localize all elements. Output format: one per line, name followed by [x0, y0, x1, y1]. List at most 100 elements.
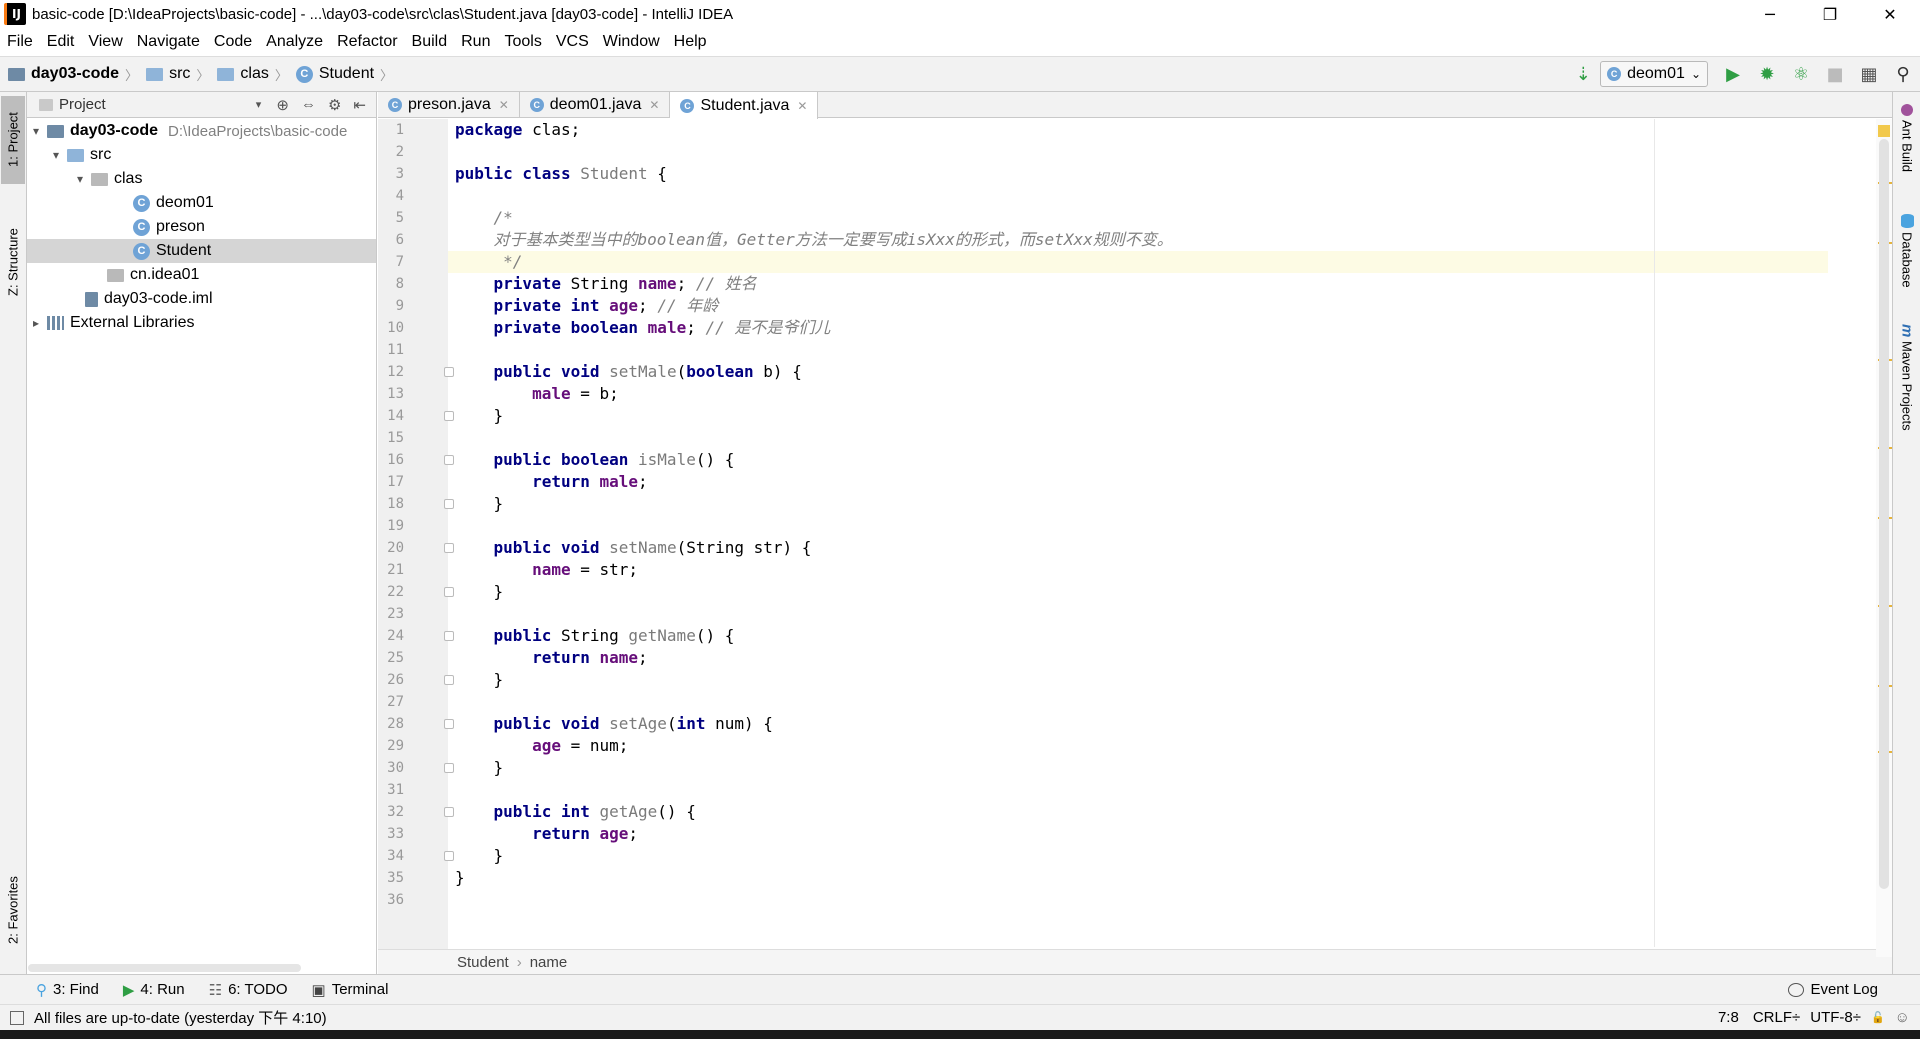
debug-icon[interactable]: ✹ — [1750, 57, 1784, 91]
tree-item-student[interactable]: C Student — [27, 239, 376, 263]
line-number[interactable]: 36 — [378, 889, 404, 911]
line-number[interactable]: 16 — [378, 449, 404, 471]
settings-gear-icon[interactable]: ⚙ — [328, 96, 341, 114]
database-tab[interactable]: Database — [1895, 214, 1919, 288]
nav-crumb-class[interactable]: C Student 〉 — [295, 65, 393, 84]
line-number[interactable]: 25 — [378, 647, 404, 669]
run-icon[interactable]: ▶ — [1716, 57, 1750, 91]
menu-code[interactable]: Code — [207, 33, 259, 51]
line-number[interactable]: 18 — [378, 493, 404, 515]
vcs-update-icon[interactable]: ⇣ — [1566, 57, 1600, 91]
line-number[interactable]: 1 — [378, 119, 404, 141]
coverage-icon[interactable]: ⚛ — [1784, 57, 1818, 91]
tab-student-java[interactable]: C Student.java ✕ — [670, 92, 819, 119]
line-number[interactable]: 9 — [378, 295, 404, 317]
tree-item-deom01[interactable]: C deom01 — [27, 191, 376, 215]
menu-navigate[interactable]: Navigate — [130, 33, 207, 51]
line-separator[interactable]: CRLF÷ — [1753, 1009, 1800, 1026]
menu-window[interactable]: Window — [596, 33, 667, 51]
tree-item-preson[interactable]: C preson — [27, 215, 376, 239]
line-number[interactable]: 26 — [378, 669, 404, 691]
tab-deom01-java[interactable]: C deom01.java ✕ — [520, 92, 671, 118]
nav-crumb-package[interactable]: clas 〉 — [217, 65, 288, 84]
menu-view[interactable]: View — [81, 33, 129, 51]
line-number[interactable]: 23 — [378, 603, 404, 625]
line-number[interactable]: 32 — [378, 801, 404, 823]
nav-crumb-module[interactable]: day03-code 〉 — [8, 65, 138, 84]
tree-item-src[interactable]: ▾ src — [27, 143, 376, 167]
structure-tool-tab[interactable]: Z: Structure — [1, 212, 25, 312]
menu-file[interactable]: File — [0, 33, 40, 51]
line-number[interactable]: 6 — [378, 229, 404, 251]
menu-analyze[interactable]: Analyze — [259, 33, 330, 51]
line-number[interactable]: 7 — [378, 251, 404, 273]
breadcrumb-class[interactable]: Student — [457, 954, 509, 971]
line-number[interactable]: 24 — [378, 625, 404, 647]
event-log-button[interactable]: Event Log — [1788, 981, 1878, 998]
line-number[interactable]: 2 — [378, 141, 404, 163]
caret-position[interactable]: 7:8 — [1718, 1009, 1739, 1026]
line-number[interactable]: 13 — [378, 383, 404, 405]
hector-icon[interactable]: ☺ — [1895, 1009, 1910, 1026]
project-horizontal-scrollbar[interactable] — [28, 964, 301, 972]
terminal-tool-button[interactable]: ▣ Terminal — [312, 981, 389, 999]
todo-tool-button[interactable]: ☷ 6: TODO — [209, 981, 288, 999]
status-toggle-icon[interactable] — [10, 1010, 24, 1025]
line-number[interactable]: 28 — [378, 713, 404, 735]
run-config-select[interactable]: C deom01 ⌄ — [1600, 61, 1708, 87]
menu-help[interactable]: Help — [667, 33, 714, 51]
line-number[interactable]: 3 — [378, 163, 404, 185]
line-number[interactable]: 35 — [378, 867, 404, 889]
maven-projects-tab[interactable]: m Maven Projects — [1895, 324, 1919, 431]
chevron-right-icon[interactable]: ▸ — [29, 316, 43, 330]
line-number[interactable]: 29 — [378, 735, 404, 757]
favorites-tool-tab[interactable]: 2: Favorites — [1, 862, 25, 958]
error-stripe[interactable] — [1876, 119, 1892, 957]
line-number[interactable]: 17 — [378, 471, 404, 493]
editor-vertical-scrollbar[interactable] — [1879, 139, 1889, 889]
tree-item-external-libraries[interactable]: ▸ External Libraries — [27, 311, 376, 335]
line-number[interactable]: 5 — [378, 207, 404, 229]
tab-preson-java[interactable]: C preson.java ✕ — [378, 92, 520, 118]
menu-run[interactable]: Run — [454, 33, 497, 51]
stop-icon[interactable]: ■ — [1818, 57, 1852, 91]
close-tab-icon[interactable]: ✕ — [649, 98, 659, 112]
restore-button[interactable]: ❐ — [1800, 0, 1860, 28]
project-tool-tab[interactable]: 1: Project — [1, 96, 25, 184]
tree-item-iml[interactable]: day03-code.iml — [27, 287, 376, 311]
menu-refactor[interactable]: Refactor — [330, 33, 404, 51]
hide-panel-icon[interactable]: ⇤ — [353, 96, 366, 114]
close-tab-icon[interactable]: ✕ — [499, 98, 509, 112]
line-number[interactable]: 33 — [378, 823, 404, 845]
search-everywhere-icon[interactable]: ⚲ — [1886, 57, 1920, 91]
line-number[interactable]: 19 — [378, 515, 404, 537]
line-number[interactable]: 10 — [378, 317, 404, 339]
line-number[interactable]: 11 — [378, 339, 404, 361]
ant-build-tab[interactable]: Ant Build — [1895, 104, 1919, 172]
nav-crumb-src[interactable]: src 〉 — [146, 65, 209, 84]
chevron-down-icon[interactable]: ▾ — [73, 172, 87, 186]
line-number[interactable]: 20 — [378, 537, 404, 559]
line-number[interactable]: 14 — [378, 405, 404, 427]
minimize-button[interactable]: ─ — [1740, 0, 1800, 28]
line-number[interactable]: 4 — [378, 185, 404, 207]
lock-icon[interactable]: 🔓 — [1871, 1011, 1885, 1024]
line-number[interactable]: 27 — [378, 691, 404, 713]
line-number[interactable]: 8 — [378, 273, 404, 295]
chevron-down-icon[interactable]: ▾ — [29, 124, 43, 138]
project-structure-icon[interactable]: ▦ — [1852, 57, 1886, 91]
project-view-select[interactable]: Project — [59, 96, 106, 113]
chevron-down-icon[interactable]: ▾ — [256, 98, 262, 111]
close-button[interactable]: ✕ — [1860, 0, 1920, 28]
file-encoding[interactable]: UTF-8÷ — [1810, 1009, 1861, 1026]
tree-item-module[interactable]: ▾ day03-code D:\IdeaProjects\basic-code — [27, 119, 376, 143]
menu-build[interactable]: Build — [405, 33, 455, 51]
close-tab-icon[interactable]: ✕ — [797, 99, 807, 113]
line-number[interactable]: 30 — [378, 757, 404, 779]
code-editor[interactable]: package clas; public class Student { /* … — [448, 119, 1882, 949]
locate-icon[interactable]: ⊕ — [276, 96, 289, 114]
collapse-all-icon[interactable]: ⇔ — [301, 96, 316, 114]
tree-item-clas[interactable]: ▾ clas — [27, 167, 376, 191]
line-number[interactable]: 21 — [378, 559, 404, 581]
menu-edit[interactable]: Edit — [40, 33, 82, 51]
